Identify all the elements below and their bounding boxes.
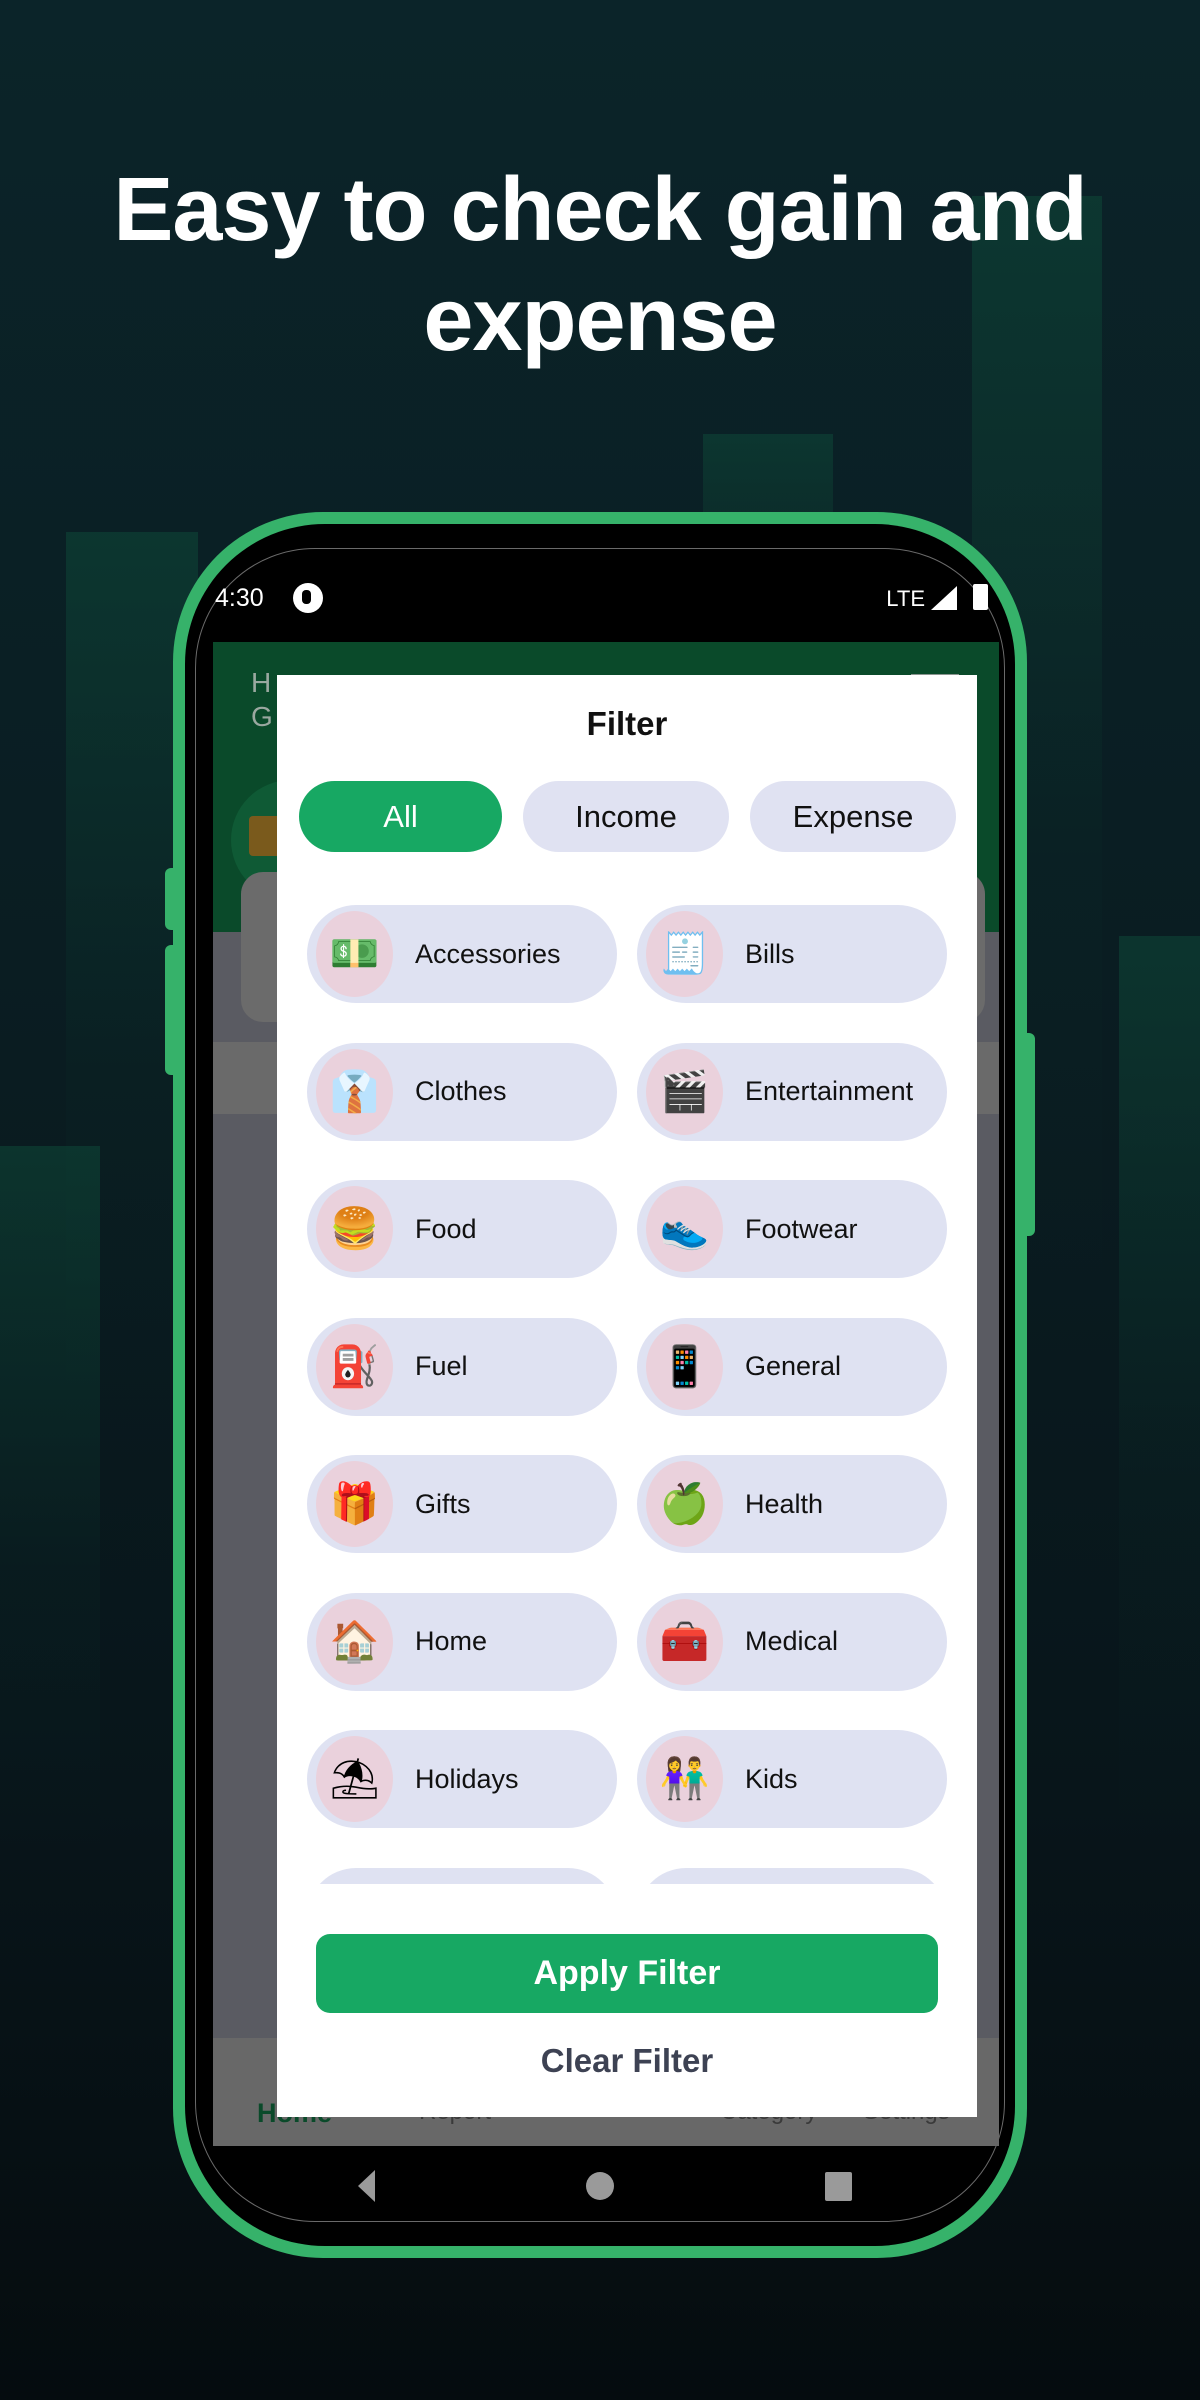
phone-screen: 4:30 LTE H G Home [185, 524, 1015, 2246]
back-icon[interactable] [358, 2170, 375, 2202]
category-icon-circle: 👫 [646, 1736, 723, 1822]
status-bar: 4:30 LTE [185, 524, 1015, 644]
category-chip[interactable]: 🧰 Medical [637, 1592, 947, 1691]
recents-icon[interactable] [825, 2172, 852, 2201]
network-type: LTE [886, 586, 925, 611]
promo-headline: Easy to check gain and expense [0, 155, 1200, 375]
category-label: Medical [745, 1626, 839, 1656]
category-chip[interactable] [307, 1867, 617, 1884]
kids-icon: 👫 [659, 1756, 710, 1802]
clapper-phone-icon: 🎬 [659, 1068, 710, 1115]
category-icon-circle: 📱 [646, 1323, 723, 1410]
house-icon: 🏠 [329, 1618, 380, 1665]
background-bar [1119, 936, 1200, 1836]
home-icon[interactable] [586, 2172, 614, 2200]
phone-frame: 4:30 LTE H G Home [173, 512, 1027, 2258]
first-aid-kit-icon: 🧰 [659, 1618, 710, 1665]
greeting-text: H G [251, 666, 273, 734]
category-label: Fuel [415, 1351, 468, 1381]
burger-drink-icon: 🍔 [329, 1206, 380, 1252]
greeting-line-1: H [251, 667, 272, 698]
app-notification-icon [293, 583, 323, 613]
beach-umbrella-icon: ⛱ [329, 1756, 380, 1802]
gift-box-icon: 🎁 [329, 1481, 380, 1527]
category-chip[interactable]: 💵 Accessories [307, 905, 617, 1003]
category-chip[interactable]: 🎬 Entertainment [637, 1042, 947, 1141]
category-chip[interactable]: 🏠 Home [307, 1592, 617, 1691]
category-label: Holidays [415, 1763, 519, 1794]
category-icon-circle: 🍏 [646, 1461, 723, 1547]
battery-icon [973, 584, 988, 610]
category-label: Food [415, 1213, 477, 1244]
category-label: Clothes [415, 1076, 507, 1106]
health-apple-dumbbell-icon: 🍏 [659, 1481, 710, 1527]
category-chip[interactable]: 👫 Kids [637, 1730, 947, 1828]
system-navigation-bar [185, 2146, 1015, 2246]
category-label: Accessories [415, 938, 561, 969]
category-icon-circle: 🧾 [646, 911, 723, 997]
filter-dialog: Filter All Income Expense 💵 Accessories 🧾 B… [277, 675, 977, 2117]
background-bar [0, 1146, 100, 1846]
category-grid: 💵 Accessories 🧾 Bills 👔 Clothes 🎬 Entertainment… [307, 675, 947, 1884]
category-chip[interactable]: ⛽ Fuel [307, 1317, 617, 1416]
category-icon-circle: 👟 [646, 1186, 723, 1272]
category-label: Kids [745, 1763, 798, 1794]
greeting-line-2: G [251, 701, 273, 732]
category-chip[interactable]: 🎁 Gifts [307, 1455, 617, 1553]
category-label: General [745, 1351, 842, 1381]
headline-line-2: expense [423, 270, 777, 370]
category-label: Health [745, 1488, 824, 1519]
category-icon-circle: 🏠 [316, 1598, 393, 1685]
category-chip[interactable]: 🧾 Bills [637, 905, 947, 1003]
status-time: 4:30 [215, 584, 264, 612]
signal-icon [931, 586, 957, 610]
category-label: Footwear [745, 1213, 858, 1244]
shirt-icon: 👔 [329, 1068, 380, 1115]
category-icon-circle: 🎁 [316, 1461, 393, 1547]
headline-line-1: Easy to check gain and [113, 160, 1087, 260]
category-chip[interactable]: 🍔 Food [307, 1180, 617, 1278]
category-label: Gifts [415, 1488, 471, 1519]
category-chip[interactable]: 👔 Clothes [307, 1042, 617, 1141]
category-chip[interactable]: 👟 Footwear [637, 1180, 947, 1278]
app-screen: H G Home Report Category Settings [213, 642, 999, 2146]
apply-filter-button[interactable]: Apply Filter [316, 1934, 938, 2013]
category-icon-circle: 🧰 [646, 1598, 723, 1685]
category-label: Entertainment [745, 1076, 914, 1106]
category-label: Home [415, 1626, 488, 1656]
category-icon-circle: 🍔 [316, 1186, 393, 1272]
money-box-icon: 💵 [329, 931, 380, 977]
category-label: Bills [745, 938, 795, 969]
clear-filter-button[interactable]: Clear Filter [277, 2031, 977, 2091]
bill-receipt-icon: 🧾 [659, 931, 710, 977]
category-chip[interactable] [637, 1867, 947, 1884]
category-chip[interactable]: 📱 General [637, 1317, 947, 1416]
phone-document-icon: 📱 [659, 1343, 710, 1390]
category-icon-circle: ⛽ [316, 1323, 393, 1410]
category-icon-circle: 💵 [316, 911, 393, 997]
category-chip[interactable]: ⛱ Holidays [307, 1730, 617, 1828]
category-chip[interactable]: 🍏 Health [637, 1455, 947, 1553]
sneaker-icon: 👟 [659, 1206, 710, 1252]
category-icon-circle: 🎬 [646, 1048, 723, 1135]
category-icon-circle: 👔 [316, 1048, 393, 1135]
category-icon-circle: ⛱ [316, 1736, 393, 1822]
fuel-nozzle-icon: ⛽ [329, 1343, 380, 1390]
